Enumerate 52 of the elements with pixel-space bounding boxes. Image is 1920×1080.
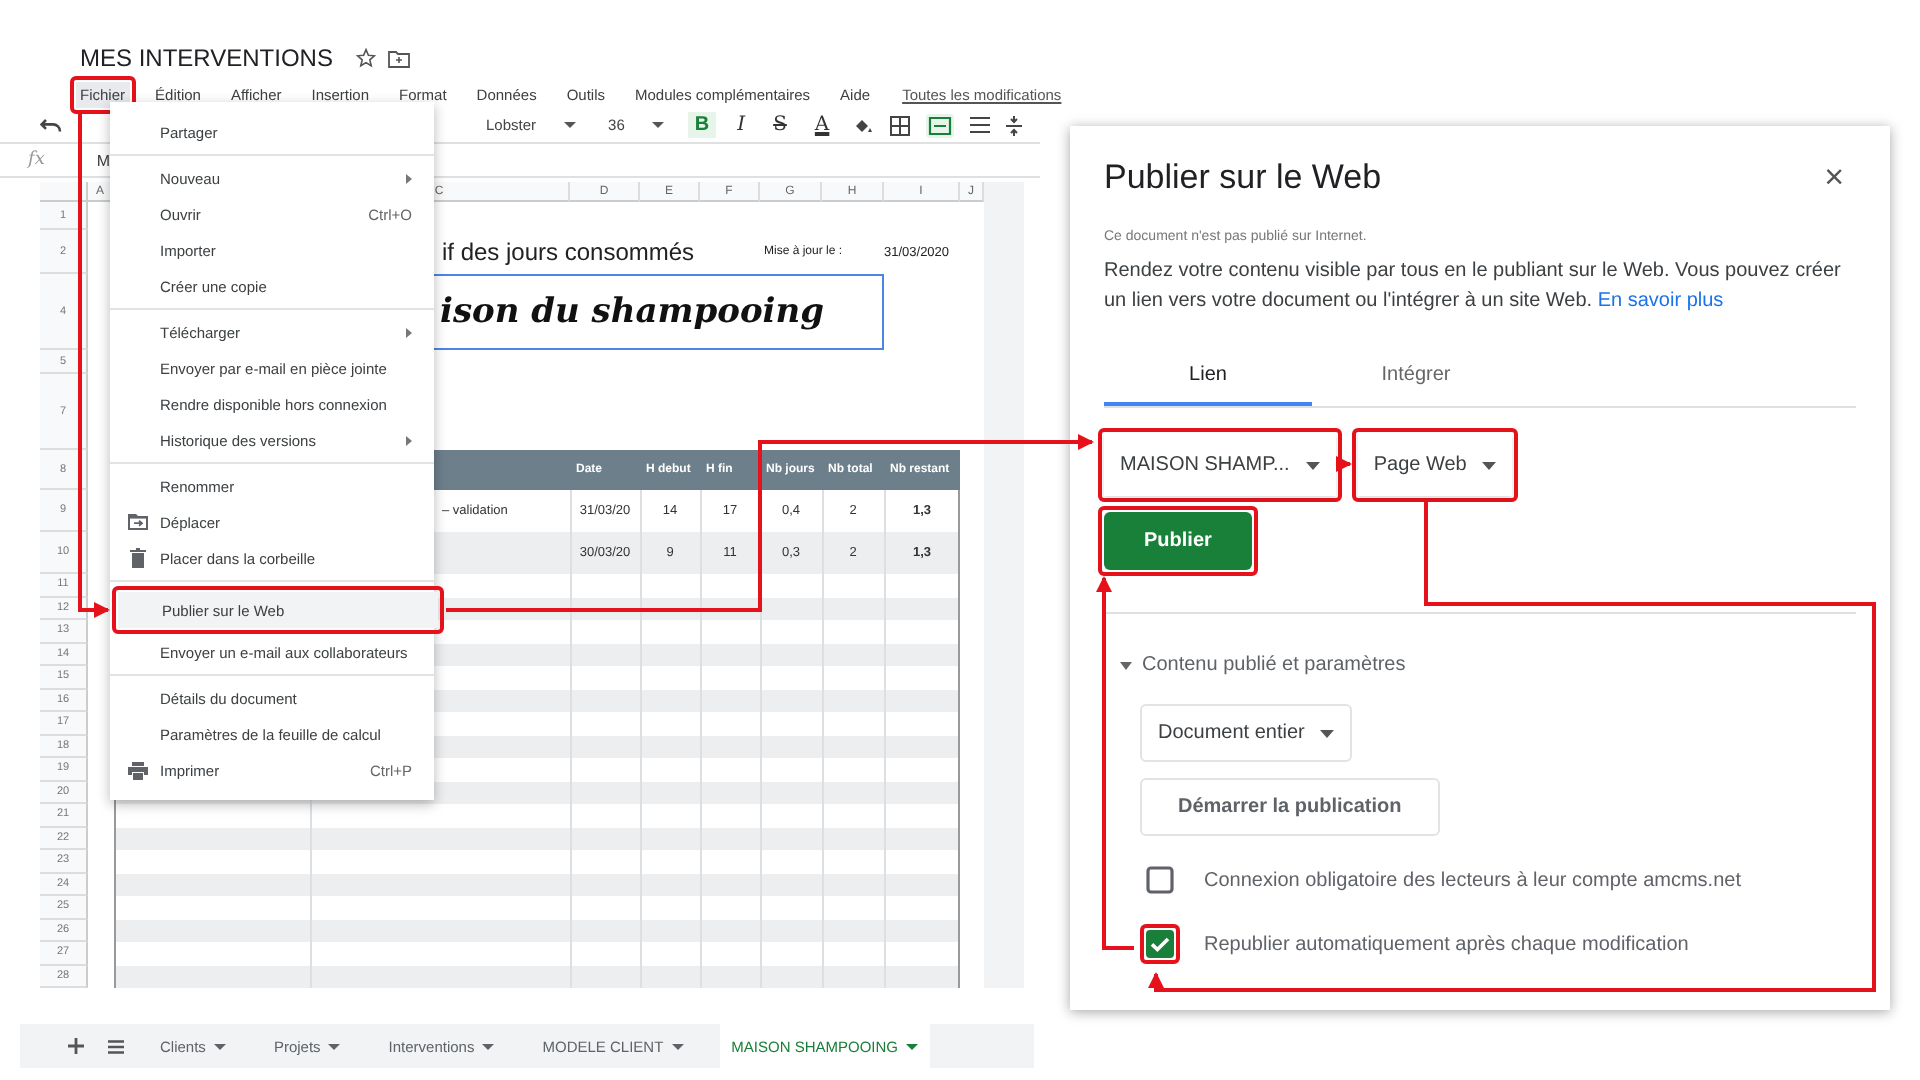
submenu-arrow-icon — [406, 173, 412, 183]
formula-value[interactable]: M — [96, 151, 111, 169]
sheet-subtitle: if des jours consommés — [442, 238, 695, 266]
format-button[interactable]: I — [731, 112, 752, 138]
undo-icon[interactable] — [40, 117, 62, 133]
star-icon[interactable] — [356, 48, 377, 68]
sheet-select[interactable]: MAISON SHAMP... — [1104, 434, 1336, 496]
align-icon[interactable] — [969, 116, 990, 134]
select-all-corner[interactable] — [40, 182, 88, 202]
merge-cells-icon[interactable] — [925, 113, 954, 137]
checkbox-label: Republier automatiquement après chaque modification — [1204, 933, 1689, 955]
scope-select[interactable]: Document entier — [1140, 704, 1353, 762]
caret-icon — [482, 1043, 495, 1049]
submenu-arrow-icon — [406, 327, 412, 337]
checkbox[interactable] — [1146, 866, 1174, 894]
format-button[interactable]: S — [767, 112, 793, 138]
dialog-tab[interactable]: Lien — [1104, 352, 1312, 406]
folder-icon[interactable] — [388, 49, 411, 67]
document-title[interactable]: MES INTERVENTIONS — [80, 44, 333, 72]
publish-button[interactable]: Publier — [1104, 512, 1252, 570]
dialog-description: Rendez votre contenu visible par tous en le publiant sur le Web. Vous pouvez créer un lien vers votre document ou l'intégrer à un site Web. En savoir plus — [1104, 258, 1843, 316]
caret-icon — [906, 1043, 919, 1049]
caret-icon — [652, 122, 665, 128]
caret-icon — [1305, 461, 1320, 469]
dialog-tab[interactable]: Intégrer — [1312, 352, 1520, 406]
caret-icon — [213, 1043, 226, 1049]
printer-icon — [128, 761, 148, 779]
formula-label: fx — [28, 150, 45, 170]
vertical-align-icon[interactable] — [1005, 115, 1022, 135]
checkbox-label: Connexion obligatoire des lecteurs à leur compte amcms.net — [1204, 869, 1741, 891]
format-button[interactable]: B — [688, 112, 716, 138]
sheet-list-icon[interactable] — [108, 1039, 124, 1053]
folder-icon — [128, 514, 148, 530]
trash-icon — [130, 548, 146, 568]
format-button[interactable]: A — [808, 112, 836, 138]
caret-icon — [328, 1043, 341, 1049]
add-sheet-icon[interactable] — [68, 1038, 84, 1054]
learn-more-link[interactable]: En savoir plus — [1597, 290, 1724, 312]
borders-icon[interactable] — [889, 115, 910, 135]
format-select[interactable]: Page Web — [1357, 434, 1513, 496]
caret-icon — [564, 122, 577, 128]
submenu-arrow-icon — [406, 435, 412, 445]
caret-icon — [1320, 729, 1335, 737]
dialog-title: Publier sur le Web — [1104, 158, 1382, 198]
close-button[interactable]: × — [1812, 158, 1856, 198]
caret-icon — [671, 1043, 684, 1049]
banner-title: ison du shampooing — [440, 292, 825, 332]
start-publishing-button[interactable]: Démarrer la publication — [1140, 778, 1440, 836]
expand-caret-icon[interactable] — [1120, 661, 1132, 669]
fill-color-icon[interactable] — [851, 115, 874, 135]
section-toggle[interactable]: Contenu publié et paramètres — [1142, 654, 1406, 676]
caret-icon — [1482, 461, 1497, 469]
